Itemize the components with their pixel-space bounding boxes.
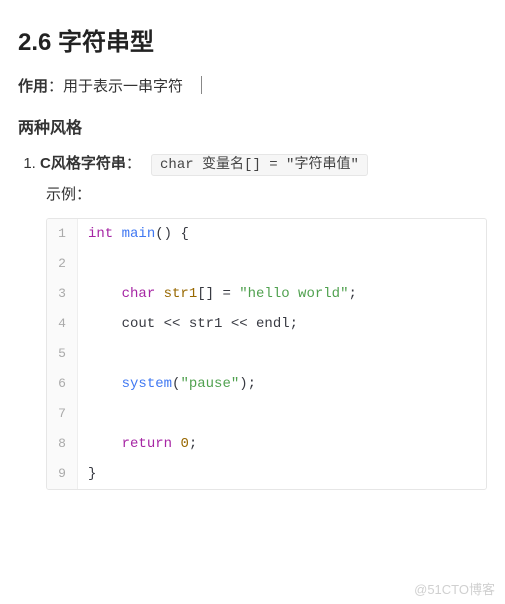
code-line: 3 char str1[] = "hello world"; — [47, 279, 486, 309]
code-token: [] = — [197, 286, 239, 302]
code-content — [78, 399, 487, 429]
code-line: 1int main() { — [47, 219, 486, 249]
code-token — [88, 376, 122, 392]
watermark: @51CTO博客 — [414, 579, 495, 598]
code-token: cout << str1 << endl; — [88, 316, 298, 332]
code-content — [78, 339, 487, 369]
list-item-title: C风格字符串 — [40, 155, 126, 172]
code-content — [78, 249, 487, 279]
code-line: 6 system("pause"); — [47, 369, 486, 399]
inline-code: char 变量名[] = "字符串值" — [151, 154, 368, 176]
code-token: ); — [239, 376, 256, 392]
line-number: 3 — [47, 279, 78, 309]
code-token: return — [122, 436, 172, 452]
code-content: int main() { — [78, 219, 487, 249]
code-token: 0 — [180, 436, 188, 452]
code-content: return 0; — [78, 429, 487, 459]
line-number: 1 — [47, 219, 78, 249]
code-token — [155, 286, 163, 302]
code-token: char — [122, 286, 156, 302]
line-number: 2 — [47, 249, 78, 279]
line-number: 7 — [47, 399, 78, 429]
line-number: 6 — [47, 369, 78, 399]
code-token: "pause" — [180, 376, 239, 392]
code-table: 1int main() {2 3 char str1[] = "hello wo… — [47, 219, 486, 489]
code-token: () { — [155, 226, 189, 242]
text-cursor-icon — [201, 76, 202, 94]
code-token — [113, 226, 121, 242]
code-token: } — [88, 466, 96, 482]
list-item: C风格字符串： char 变量名[] = "字符串值" 示例： 1int mai… — [40, 152, 487, 490]
code-token: ; — [348, 286, 356, 302]
example-label: 示例： — [46, 183, 487, 204]
code-token: ; — [189, 436, 197, 452]
section-number: 2.6 — [18, 29, 51, 56]
intro-colon: ： — [48, 78, 63, 95]
code-token: int — [88, 226, 113, 242]
section-heading: 2.6 字符串型 — [18, 22, 487, 57]
code-content: } — [78, 459, 487, 489]
code-content: char str1[] = "hello world"; — [78, 279, 487, 309]
line-number: 8 — [47, 429, 78, 459]
code-token — [88, 436, 122, 452]
code-token: "hello world" — [239, 286, 348, 302]
code-line: 7 — [47, 399, 486, 429]
code-token — [88, 286, 122, 302]
code-line: 8 return 0; — [47, 429, 486, 459]
code-line: 2 — [47, 249, 486, 279]
code-block: 1int main() {2 3 char str1[] = "hello wo… — [46, 218, 487, 490]
code-content: cout << str1 << endl; — [78, 309, 487, 339]
line-number: 5 — [47, 339, 78, 369]
code-token: str1 — [164, 286, 198, 302]
list-item-colon: ： — [126, 155, 141, 172]
code-line: 5 — [47, 339, 486, 369]
styles-heading: 两种风格 — [18, 114, 487, 138]
intro-text: 用于表示一串字符 — [63, 78, 183, 95]
code-line: 4 cout << str1 << endl; — [47, 309, 486, 339]
code-content: system("pause"); — [78, 369, 487, 399]
code-token: system — [122, 376, 172, 392]
section-title-text: 字符串型 — [58, 29, 154, 56]
styles-list: C风格字符串： char 变量名[] = "字符串值" 示例： 1int mai… — [18, 152, 487, 490]
intro-line: 作用：用于表示一串字符 — [18, 75, 487, 96]
line-number: 4 — [47, 309, 78, 339]
intro-label: 作用 — [18, 78, 48, 95]
line-number: 9 — [47, 459, 78, 489]
code-token: main — [122, 226, 156, 242]
code-line: 9} — [47, 459, 486, 489]
